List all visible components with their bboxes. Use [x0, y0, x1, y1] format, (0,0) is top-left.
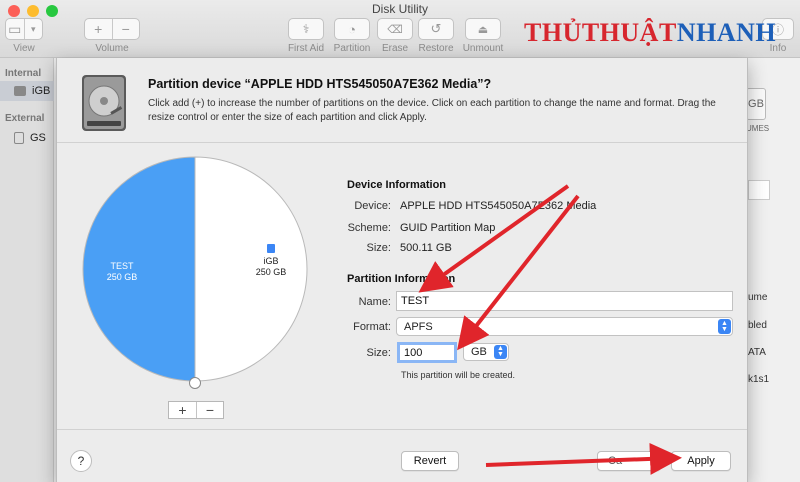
partition-add-remove-control: + −	[168, 401, 224, 419]
partition-size-field[interactable]: 100	[397, 342, 457, 363]
erase-button[interactable]: ⌫	[377, 18, 413, 40]
external-drive-icon	[14, 132, 24, 144]
stethoscope-icon: ⚕	[302, 22, 310, 36]
sidebar-header-internal: Internal	[5, 68, 42, 79]
add-volume-button[interactable]: +	[85, 19, 112, 39]
restore-label: Restore	[418, 43, 454, 54]
up-down-chevron-icon: ▲ ▼	[494, 345, 507, 359]
watermark-part2: NHANH	[676, 18, 777, 47]
pie-label-igb: iGB 250 GB	[246, 244, 296, 278]
format-key: Format:	[353, 321, 391, 333]
first-aid-button[interactable]: ⚕	[288, 18, 324, 40]
sidebar-item-external-disk[interactable]: GS	[0, 128, 54, 148]
volume-fragment: ume	[748, 292, 768, 303]
restore-icon: ↺	[430, 21, 442, 36]
dialog-title: Partition device “APPLE HDD HTS545050A7E…	[148, 77, 492, 91]
unmount-button[interactable]: ⏏	[465, 18, 501, 40]
sidebar-header-external: External	[5, 113, 45, 124]
sidebar: Internal iGB External GS	[0, 58, 54, 482]
volume-badge: GB	[746, 88, 766, 120]
sidebar-item-internal-disk[interactable]: iGB	[0, 81, 54, 101]
format-value: APFS	[404, 320, 433, 333]
revert-button[interactable]: Revert	[401, 451, 459, 471]
partition-name-field[interactable]: TEST	[396, 291, 733, 311]
partition-info-header: Partition Information	[347, 273, 456, 285]
slice-name: iGB	[263, 256, 279, 266]
first-aid-label: First Aid	[287, 43, 325, 54]
pie-chart-icon: ◔	[348, 21, 356, 37]
apply-button[interactable]: Apply	[671, 451, 731, 471]
device-info-header: Device Information	[347, 179, 447, 191]
restore-button[interactable]: ↺	[418, 18, 454, 40]
sidebar-icon: ▭	[8, 20, 22, 37]
device-key: Device:	[354, 200, 391, 212]
divider	[57, 429, 747, 430]
help-button[interactable]: ?	[70, 450, 92, 472]
disk-id-fragment: k1s1	[748, 374, 770, 385]
size-key: Size:	[366, 242, 391, 254]
add-partition-button[interactable]: +	[169, 402, 196, 418]
view-button[interactable]: ▭ ▾	[5, 18, 43, 40]
volume-icon	[267, 244, 275, 253]
size-value: 500.11 GB	[400, 242, 452, 254]
pie-label-test: TEST 250 GB	[97, 261, 147, 283]
up-down-chevron-icon: ▲ ▼	[718, 319, 731, 334]
main-content-background: GB UMES ume bled ATA k1s1	[746, 58, 800, 482]
dialog-description: Click add (+) to increase the number of …	[148, 98, 716, 123]
cancel-button[interactable]: Ca	[597, 451, 661, 471]
chevron-down-icon: ▾	[23, 19, 43, 39]
volume-segmented-control[interactable]: + −	[84, 18, 140, 40]
sidebar-item-label: GS	[30, 132, 46, 144]
unmount-label: Unmount	[462, 43, 504, 54]
slice-name: TEST	[110, 261, 134, 271]
size-unit-popup[interactable]: GB ▲ ▼	[463, 343, 509, 361]
scheme-key: Scheme:	[347, 222, 391, 234]
hard-drive-icon	[82, 75, 126, 131]
slice-size: 250 GB	[255, 267, 287, 277]
name-key: Name:	[358, 296, 391, 308]
partition-note: This partition will be created.	[401, 370, 516, 380]
sata-fragment: ATA	[748, 347, 766, 358]
device-value: APPLE HDD HTS545050A7E362 Media	[400, 200, 597, 212]
sidebar-item-label: iGB	[32, 85, 51, 97]
remove-partition-button[interactable]: −	[196, 402, 223, 418]
scheme-value: GUID Partition Map	[400, 222, 496, 234]
watermark-part1: THỦTHUẬT	[524, 18, 677, 47]
eraser-icon: ⌫	[387, 23, 403, 36]
resize-handle[interactable]	[188, 376, 202, 390]
volume-label: Volume	[95, 43, 129, 54]
unit-value: GB	[471, 346, 487, 358]
volumes-fragment: UMES	[746, 124, 770, 133]
eject-icon: ⏏	[477, 23, 489, 36]
view-label: View	[13, 43, 35, 54]
partition-size-key: Size:	[366, 347, 391, 359]
partition-sheet: Partition device “APPLE HDD HTS545050A7E…	[56, 58, 748, 482]
window-title: Disk Utility	[372, 2, 428, 16]
background-field	[748, 180, 770, 200]
enabled-fragment: bled	[748, 320, 767, 331]
format-popup[interactable]: APFS ▲ ▼	[396, 317, 733, 336]
divider	[57, 142, 747, 143]
partition-label: Partition	[333, 43, 371, 54]
partition-button[interactable]: ◔	[334, 18, 370, 40]
hard-drive-icon	[14, 86, 26, 96]
slice-size: 250 GB	[106, 272, 138, 282]
watermark-logo: THỦTHUẬTNHANH	[524, 18, 776, 48]
remove-volume-button[interactable]: −	[111, 19, 140, 39]
